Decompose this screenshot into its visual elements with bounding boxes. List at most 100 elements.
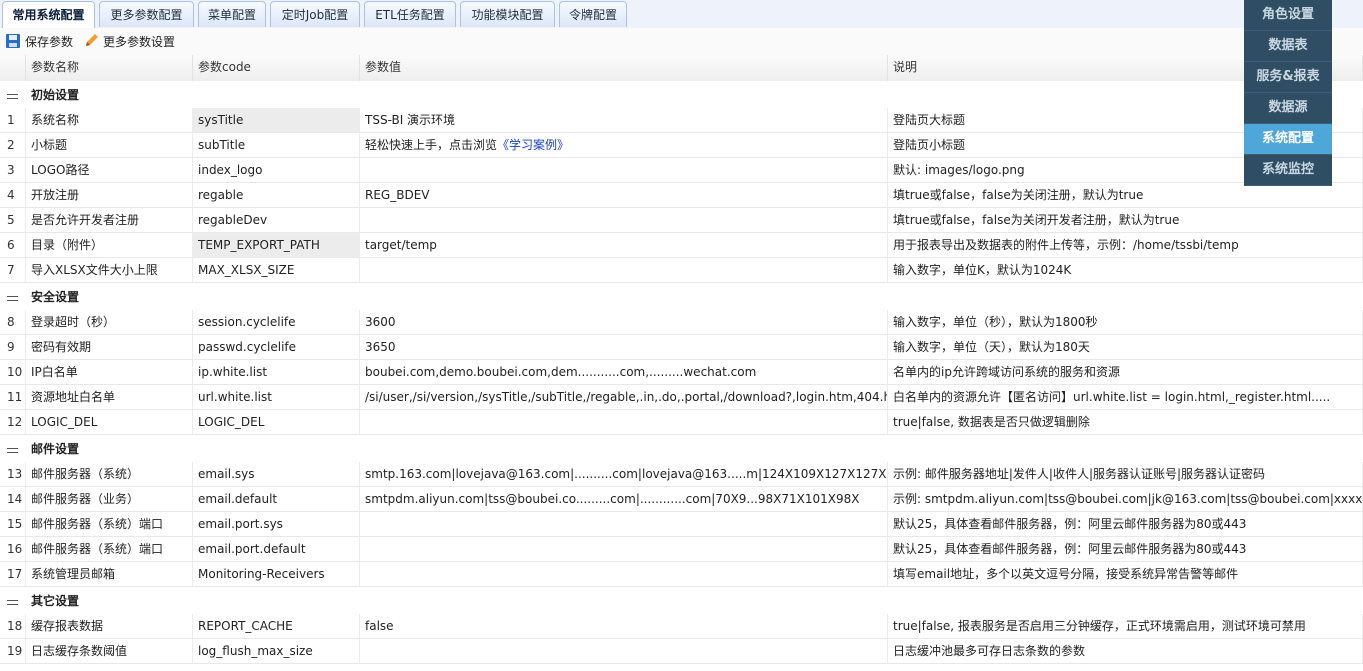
table-row[interactable]: 9 密码有效期 passwd.cyclelife 3650 输入数字，单位（天），默认为… <box>0 335 1363 360</box>
cell-num: 10 <box>0 360 26 384</box>
side-menu-system-config[interactable]: 系统配置 <box>1244 124 1332 155</box>
cell-code[interactable]: email.port.sys <box>193 512 360 536</box>
cell-num: 4 <box>0 183 26 207</box>
cell-name: 邮件服务器（业务） <box>26 487 193 511</box>
group-header[interactable]: 安全设置 <box>0 283 1363 311</box>
group-title: 其它设置 <box>31 594 80 608</box>
cell-value[interactable]: 3600 <box>360 310 888 334</box>
collapse-icon[interactable] <box>7 448 18 453</box>
cell-desc: 默认25，具体查看邮件服务器，例：阿里云邮件服务器为80或443 <box>888 512 1363 536</box>
cell-code[interactable]: REPORT_CACHE <box>193 614 360 638</box>
table-row[interactable]: 19 日志缓存条数阈值 log_flush_max_size 日志缓冲池最多可存日志条… <box>0 639 1363 664</box>
side-menu-roles[interactable]: 角色设置 <box>1244 0 1332 31</box>
tab-job-config[interactable]: 定时Job配置 <box>270 1 360 27</box>
table-row[interactable]: 13 邮件服务器（系统） email.sys smtp.163.com|lovejav… <box>0 462 1363 487</box>
cell-value[interactable] <box>360 562 888 586</box>
cell-value[interactable]: /si/user,/si/version,/sysTitle,/subTitle… <box>360 385 888 409</box>
header-param-value[interactable]: 参数值 <box>360 55 888 81</box>
tab-token-config[interactable]: 令牌配置 <box>559 1 627 27</box>
group-header[interactable]: 其它设置 <box>0 587 1363 615</box>
save-params-button[interactable]: 保存参数 <box>5 32 73 52</box>
group-header[interactable]: 邮件设置 <box>0 435 1363 463</box>
table-row[interactable]: 3 LOGO路径 index_logo 默认: images/logo.png <box>0 158 1363 183</box>
cell-value[interactable]: REG_BDEV <box>360 183 888 207</box>
cell-num: 2 <box>0 133 26 157</box>
more-params-button[interactable]: 更多参数设置 <box>83 32 175 52</box>
table-row[interactable]: 15 邮件服务器（系统）端口 email.port.sys 默认25，具体查看邮件服务… <box>0 512 1363 537</box>
cell-value[interactable]: target/temp <box>360 233 888 257</box>
cell-value[interactable]: 3650 <box>360 335 888 359</box>
cell-code[interactable]: regable <box>193 183 360 207</box>
cell-value[interactable] <box>360 639 888 663</box>
table-row[interactable]: 4 开放注册 regable REG_BDEV 填true或false，false为关闭… <box>0 183 1363 208</box>
group-title: 安全设置 <box>31 290 80 304</box>
table-row[interactable]: 8 登录超时（秒） session.cyclelife 3600 输入数字，单位（秒），… <box>0 310 1363 335</box>
side-menu-datatables[interactable]: 数据表 <box>1244 31 1332 62</box>
cell-value[interactable] <box>360 537 888 561</box>
cell-code[interactable]: log_flush_max_size <box>193 639 360 663</box>
cell-code[interactable]: index_logo <box>193 158 360 182</box>
cell-code[interactable]: MAX_XLSX_SIZE <box>193 258 360 282</box>
cell-desc: 用于报表导出及数据表的附件上传等，示例：/home/tssbi/temp <box>888 233 1363 257</box>
table-row[interactable]: 12 LOGIC_DEL LOGIC_DEL true|false, 数据表是否只做逻… <box>0 410 1363 435</box>
header-param-code[interactable]: 参数code <box>193 55 360 81</box>
table-row[interactable]: 16 邮件服务器（系统）端口 email.port.default 默认25，具体查看… <box>0 537 1363 562</box>
cell-value[interactable]: false <box>360 614 888 638</box>
tab-more-params[interactable]: 更多参数配置 <box>99 1 194 27</box>
tab-module-config[interactable]: 功能模块配置 <box>460 1 555 27</box>
cell-desc: 示例: smtpdm.aliyun.com|tss@boubei.com|jk@… <box>888 487 1363 511</box>
table-row[interactable]: 10 IP白名单 ip.white.list boubei.com,demo.boub… <box>0 360 1363 385</box>
cell-desc: 默认25，具体查看邮件服务器，例：阿里云邮件服务器为80或443 <box>888 537 1363 561</box>
cell-name: 缓存报表数据 <box>26 614 193 638</box>
cell-value[interactable] <box>360 410 888 434</box>
cell-code[interactable]: email.default <box>193 487 360 511</box>
tab-common-config[interactable]: 常用系统配置 <box>2 1 95 29</box>
collapse-icon[interactable] <box>7 94 18 99</box>
table-row[interactable]: 1 系统名称 sysTitle TSS-BI 演示环境 登陆页大标题 <box>0 108 1363 133</box>
table-row[interactable]: 18 缓存报表数据 REPORT_CACHE false true|false, 报表服… <box>0 614 1363 639</box>
cell-code[interactable]: regableDev <box>193 208 360 232</box>
tab-etl-config[interactable]: ETL任务配置 <box>364 1 456 27</box>
cell-code[interactable]: sysTitle <box>193 108 360 132</box>
cell-code[interactable]: TEMP_EXPORT_PATH <box>193 233 360 257</box>
side-menu-services-reports[interactable]: 服务&报表 <box>1244 62 1332 93</box>
cell-value[interactable]: boubei.com,demo.boubei.com,dem..........… <box>360 360 888 384</box>
table-row[interactable]: 11 资源地址白名单 url.white.list/si/user,/si/vers… <box>0 385 1363 410</box>
cell-code[interactable]: email.port.default <box>193 537 360 561</box>
cell-value[interactable]: smtp.163.com|lovejava@163.com|..........… <box>360 462 888 486</box>
cell-value[interactable]: smtpdm.aliyun.com|tss@boubei.co.........… <box>360 487 888 511</box>
cell-num: 6 <box>0 233 26 257</box>
table-row[interactable]: 7 导入XLSX文件大小上限 MAX_XLSX_SIZE 输入数字，单位K，默认为10… <box>0 258 1363 283</box>
tab-menu-config[interactable]: 菜单配置 <box>198 1 266 27</box>
cell-code[interactable]: url.white.list <box>193 385 360 409</box>
table-row[interactable]: 2 小标题 subTitle 轻松快速上手，点击浏览《学习案例》 登陆页小标题 <box>0 133 1363 158</box>
table-row[interactable]: 14 邮件服务器（业务） email.default smtpdm.aliyun.co… <box>0 487 1363 512</box>
side-menu-datasources[interactable]: 数据源 <box>1244 93 1332 124</box>
table-row[interactable]: 17 系统管理员邮箱 Monitoring-Receivers 填写email地址，多… <box>0 562 1363 587</box>
cell-num: 5 <box>0 208 26 232</box>
cell-value[interactable] <box>360 158 888 182</box>
cell-code[interactable]: session.cyclelife <box>193 310 360 334</box>
side-menu-system-monitor[interactable]: 系统监控 <box>1244 155 1332 186</box>
header-param-name[interactable]: 参数名称 <box>26 55 193 81</box>
collapse-icon[interactable] <box>7 296 18 301</box>
table-row[interactable]: 6 目录（附件） TEMP_EXPORT_PATH target/temp 用于报表导出… <box>0 233 1363 258</box>
cell-code[interactable]: LOGIC_DEL <box>193 410 360 434</box>
cell-value[interactable] <box>360 512 888 536</box>
table-row[interactable]: 5 是否允许开发者注册 regableDev 填true或false，false为关闭… <box>0 208 1363 233</box>
collapse-icon[interactable] <box>7 600 18 605</box>
cell-value[interactable] <box>360 258 888 282</box>
group-header[interactable]: 初始设置 <box>0 81 1363 109</box>
cell-value[interactable] <box>360 208 888 232</box>
cell-code[interactable]: Monitoring-Receivers <box>193 562 360 586</box>
cell-desc: 输入数字，单位K，默认为1024K <box>888 258 1363 282</box>
cell-code[interactable]: email.sys <box>193 462 360 486</box>
learn-cases-link[interactable]: 《学习案例》 <box>497 138 569 152</box>
cell-num: 16 <box>0 537 26 561</box>
cell-code[interactable]: subTitle <box>193 133 360 157</box>
cell-code[interactable]: passwd.cyclelife <box>193 335 360 359</box>
cell-code[interactable]: ip.white.list <box>193 360 360 384</box>
cell-name: LOGO路径 <box>26 158 193 182</box>
cell-value[interactable]: 轻松快速上手，点击浏览《学习案例》 <box>360 133 888 157</box>
cell-value[interactable]: TSS-BI 演示环境 <box>360 108 888 132</box>
